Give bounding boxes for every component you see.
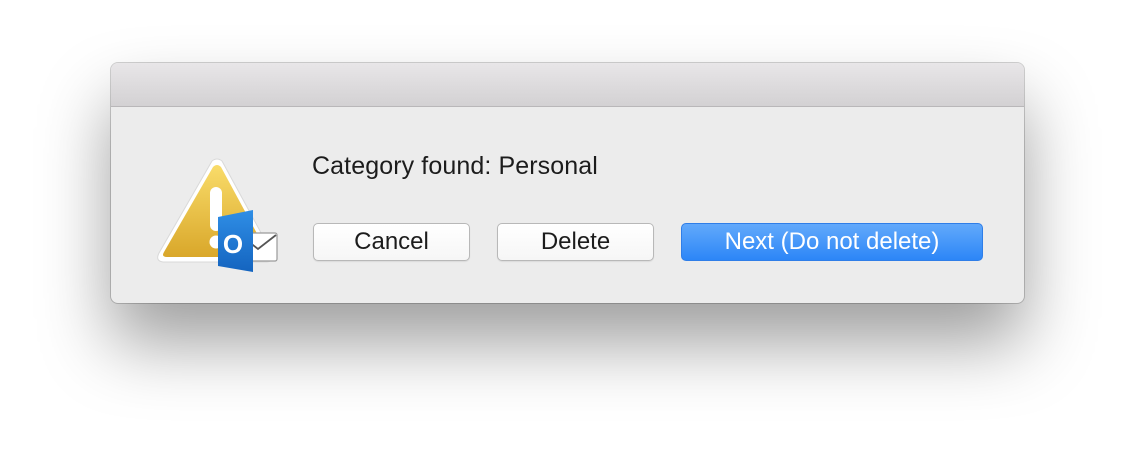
alert-dialog: O Category found: Personal Cancel Delete… bbox=[111, 63, 1024, 303]
next-do-not-delete-button[interactable]: Next (Do not delete) bbox=[681, 223, 983, 261]
title-bar[interactable] bbox=[111, 63, 1024, 107]
cancel-button[interactable]: Cancel bbox=[313, 223, 470, 261]
outlook-badge-letter: O bbox=[223, 229, 243, 259]
alert-message: Category found: Personal bbox=[312, 152, 598, 180]
delete-button[interactable]: Delete bbox=[497, 223, 654, 261]
warning-triangle-with-outlook-icon: O bbox=[157, 158, 278, 272]
